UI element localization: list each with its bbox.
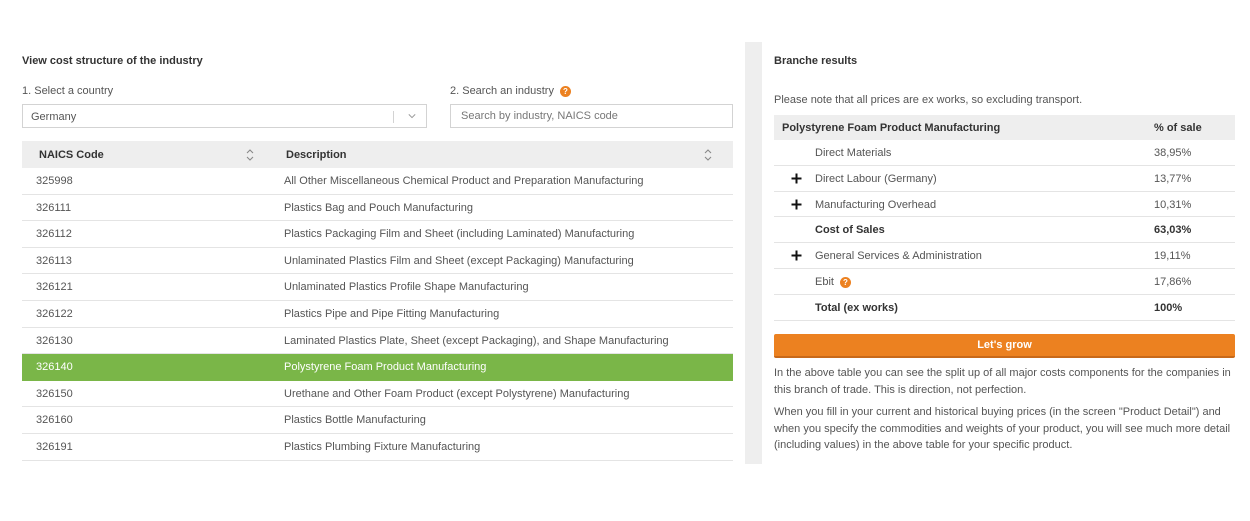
table-row[interactable]: 326130 Laminated Plastics Plate, Sheet (e… xyxy=(22,327,733,355)
results-label-text: General Services & Administration xyxy=(815,250,982,263)
results-label-text: Total (ex works) xyxy=(815,301,898,314)
results-label-text: Direct Labour (Germany) xyxy=(815,172,937,185)
table-row[interactable]: 326113 Unlaminated Plastics Film and Shee… xyxy=(22,247,733,275)
results-row: Direct Labour (Germany) 13,77% xyxy=(774,166,1235,192)
results-label-text: Manufacturing Overhead xyxy=(815,198,937,211)
table-row[interactable]: 325998 All Other Miscellaneous Chemical P… xyxy=(22,168,733,195)
col-header-description[interactable]: Description xyxy=(286,149,347,161)
results-label: General Services & Administration xyxy=(815,250,982,262)
results-label: Direct Labour (Germany) xyxy=(815,173,937,185)
results-label: Ebit? xyxy=(815,276,851,288)
naics-code-cell: 326140 xyxy=(36,361,73,374)
plus-icon[interactable] xyxy=(791,199,802,210)
description-cell: Laminated Plastics Plate, Sheet (except … xyxy=(284,334,669,347)
results-row: Cost of Sales 63,03% xyxy=(774,217,1235,244)
country-select[interactable]: Germany xyxy=(22,104,427,128)
naics-code-cell: 326121 xyxy=(36,281,73,294)
results-value: 17,86% xyxy=(1154,275,1192,288)
description-cell: All Other Miscellaneous Chemical Product… xyxy=(284,175,644,187)
naics-code-cell: 326150 xyxy=(36,387,73,400)
industry-label-wrap: 2. Search an industry? xyxy=(450,85,571,97)
results-label: Manufacturing Overhead xyxy=(815,199,936,211)
results-label: Direct Materials xyxy=(815,147,891,159)
detail-paragraph: When you fill in your current and histor… xyxy=(774,406,1231,451)
question-circle-icon[interactable]: ? xyxy=(839,276,851,288)
results-value: 100% xyxy=(1154,301,1183,314)
results-row: Direct Materials 38,95% xyxy=(774,140,1235,166)
lets-grow-button[interactable]: Let's grow xyxy=(774,334,1235,358)
description-cell: Plastics Plumbing Fixture Manufacturing xyxy=(284,440,481,453)
col-header-naics[interactable]: NAICS Code xyxy=(39,149,104,161)
results-value: 19,11% xyxy=(1154,250,1191,263)
results-label: Total (ex works) xyxy=(815,302,898,314)
table-row[interactable]: 326140 Polystyrene Foam Product Manufactu… xyxy=(22,354,733,381)
table-row[interactable]: 326150 Urethane and Other Foam Product (e… xyxy=(22,380,733,408)
results-label-text: Direct Materials xyxy=(815,147,892,159)
naics-code-cell: 326112 xyxy=(36,228,72,241)
results-header: Polystyrene Foam Product Manufacturing %… xyxy=(774,115,1235,140)
description-cell: Unlaminated Plastics Profile Shape Manuf… xyxy=(284,281,529,294)
table-header: NAICS Code Description xyxy=(22,141,733,168)
naics-code-cell: 326113 xyxy=(36,254,72,267)
plus-icon[interactable] xyxy=(791,250,802,261)
results-industry-name: Polystyrene Foam Product Manufacturing xyxy=(782,122,1001,134)
table-row[interactable]: 326160 Plastics Bottle Manufacturing xyxy=(22,407,733,434)
results-table: Polystyrene Foam Product Manufacturing %… xyxy=(774,115,1235,321)
panel-divider xyxy=(745,42,762,464)
results-pct-header: % of sale xyxy=(1154,122,1202,134)
question-circle-icon[interactable]: ? xyxy=(559,85,571,97)
sort-icon[interactable] xyxy=(703,148,713,162)
description-cell: Unlaminated Plastics Film and Sheet (exc… xyxy=(284,254,634,267)
description-cell: Polystyrene Foam Product Manufacturing xyxy=(284,361,487,374)
table-row[interactable]: 326191 Plastics Plumbing Fixture Manufact… xyxy=(22,433,733,461)
description-cell: Urethane and Other Foam Product (except … xyxy=(284,387,630,400)
results-value: 63,03% xyxy=(1154,224,1192,237)
table-row[interactable]: 326111 Plastics Bag and Pouch Manufacturi… xyxy=(22,194,733,222)
results-title: Branche results xyxy=(774,55,858,67)
table-row[interactable]: 326122 Plastics Pipe and Pipe Fitting Man… xyxy=(22,300,733,328)
results-value: 38,95% xyxy=(1154,147,1192,159)
table-row[interactable]: 326121 Unlaminated Plastics Profile Shape… xyxy=(22,274,733,301)
results-row: Total (ex works) 100% xyxy=(774,295,1235,321)
results-label: Cost of Sales xyxy=(815,224,885,236)
price-note: Please note that all prices are ex works… xyxy=(774,94,1083,106)
naics-code-cell: 326122 xyxy=(36,307,73,320)
results-row: General Services & Administration 19,11% xyxy=(774,243,1235,269)
panel-title: View cost structure of the industry xyxy=(22,55,203,67)
naics-code-cell: 326160 xyxy=(36,414,73,427)
naics-code-cell: 325998 xyxy=(36,175,73,187)
results-row: Ebit? 17,86% xyxy=(774,269,1235,295)
naics-code-cell: 326130 xyxy=(36,334,73,347)
industry-table: NAICS Code Description 325998 All Other M… xyxy=(22,141,733,461)
industry-search-input[interactable] xyxy=(450,104,733,128)
description-cell: Plastics Bottle Manufacturing xyxy=(284,414,426,427)
description-cell: Plastics Bag and Pouch Manufacturing xyxy=(284,201,473,214)
results-label-text: Cost of Sales xyxy=(815,224,885,237)
chevron-down-icon[interactable] xyxy=(408,112,416,120)
results-value: 10,31% xyxy=(1154,198,1192,211)
results-value: 13,77% xyxy=(1154,172,1192,185)
sort-icon[interactable] xyxy=(245,148,255,162)
results-label-text: Ebit xyxy=(815,275,834,288)
description-cell: Plastics Packaging Film and Sheet (inclu… xyxy=(284,228,635,241)
description-cell: Plastics Pipe and Pipe Fitting Manufactu… xyxy=(284,307,500,320)
naics-code-cell: 326191 xyxy=(36,440,73,453)
naics-code-cell: 326111 xyxy=(36,201,72,214)
table-row[interactable]: 326112 Plastics Packaging Film and Sheet … xyxy=(22,221,733,248)
results-row: Manufacturing Overhead 10,31% xyxy=(774,192,1235,218)
select-divider xyxy=(393,111,394,123)
country-label: 1. Select a country xyxy=(22,85,114,97)
industry-label: 2. Search an industry xyxy=(450,85,554,97)
plus-icon[interactable] xyxy=(791,173,802,184)
country-select-value: Germany xyxy=(31,111,77,123)
explanation-paragraph: In the above table you can see the split… xyxy=(774,367,1231,396)
